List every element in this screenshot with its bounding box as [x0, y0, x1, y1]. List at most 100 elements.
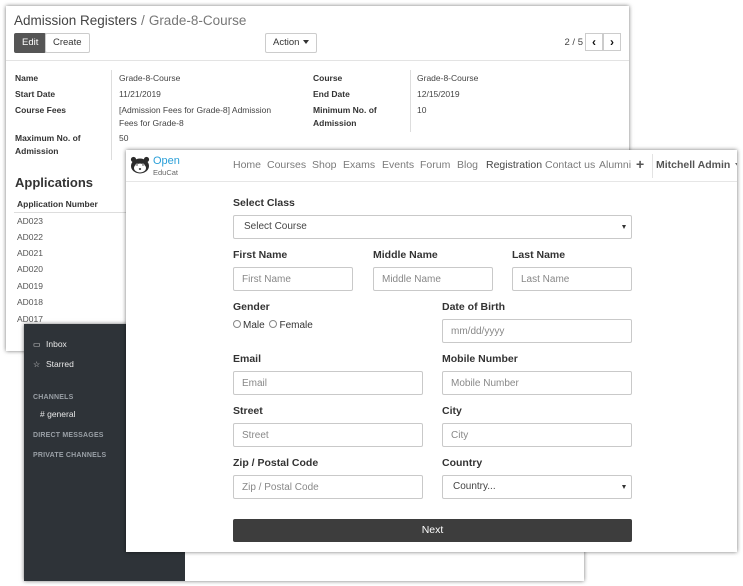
applications-column-header[interactable]: Application Number	[17, 199, 98, 209]
divider	[410, 70, 411, 132]
caret-down-icon	[303, 40, 310, 45]
pager-next-button[interactable]: ›	[603, 33, 621, 51]
inbox-icon: ▭	[33, 340, 41, 349]
channel-general[interactable]: # general	[40, 409, 75, 419]
field-label-end-date: End Date	[313, 89, 350, 99]
chevron-right-icon: ›	[610, 35, 614, 49]
action-dropdown[interactable]: Action	[265, 33, 318, 53]
next-button[interactable]: Next	[233, 519, 632, 542]
nav-shop[interactable]: Shop	[312, 159, 337, 171]
nav-contact-us[interactable]: Contact us	[545, 159, 595, 171]
zip-input[interactable]	[233, 475, 423, 499]
table-row[interactable]: AD021	[17, 248, 43, 258]
table-row[interactable]: AD022	[17, 232, 43, 242]
create-button[interactable]: Create	[45, 33, 90, 53]
breadcrumb-separator: /	[141, 13, 145, 28]
divider	[652, 154, 653, 178]
field-label-course: Course	[313, 73, 343, 83]
field-label-name: Name	[15, 73, 39, 83]
brand-subname: EduCat	[153, 168, 179, 177]
field-label-min-admission: Minimum No. of Admission	[313, 105, 377, 128]
raccoon-logo-icon	[130, 156, 150, 174]
gender-female-label[interactable]: Female	[279, 320, 312, 331]
last-name-input[interactable]	[512, 267, 632, 291]
gender-label: Gender	[233, 301, 270, 313]
caret-down-icon	[735, 163, 737, 168]
breadcrumb-current: Grade-8-Course	[148, 13, 247, 28]
applications-title: Applications	[15, 175, 94, 190]
breadcrumb-parent[interactable]: Admission Registers	[14, 13, 137, 28]
plus-icon[interactable]: +	[636, 156, 644, 172]
registration-window: Open EduCat Home Courses Shop Exams Even…	[126, 150, 737, 552]
caret-down-icon	[622, 485, 626, 489]
street-label: Street	[233, 405, 263, 417]
channels-caption[interactable]: CHANNELS	[33, 394, 74, 401]
gender-male-radio[interactable]	[233, 320, 241, 329]
star-icon: ☆	[33, 360, 41, 369]
select-class-label: Select Class	[233, 197, 295, 209]
nav-events[interactable]: Events	[382, 159, 414, 171]
pager-prev-button[interactable]: ‹	[585, 33, 603, 51]
nav-blog[interactable]: Blog	[457, 159, 478, 171]
gender-radio-group: Male Female	[233, 320, 313, 331]
divider	[111, 70, 112, 160]
field-value-course[interactable]: Grade-8-Course	[417, 72, 478, 85]
nav-home[interactable]: Home	[233, 159, 261, 171]
user-menu[interactable]: Mitchell Admin	[656, 159, 737, 171]
nav-exams[interactable]: Exams	[343, 159, 375, 171]
country-label: Country	[442, 457, 483, 469]
nav-registration[interactable]: Registration	[486, 159, 542, 171]
direct-messages-caption[interactable]: DIRECT MESSAGES	[33, 432, 104, 439]
field-value-min-admission: 10	[417, 105, 427, 115]
nav-courses[interactable]: Courses	[267, 159, 306, 171]
mobile-input[interactable]	[442, 371, 632, 395]
gender-male-label[interactable]: Male	[243, 320, 265, 331]
field-label-max-admission: Maximum No. of Admission	[15, 133, 81, 156]
caret-down-icon	[622, 225, 626, 229]
middle-name-input[interactable]	[373, 267, 493, 291]
dob-input[interactable]	[442, 319, 632, 343]
sidebar-item-inbox[interactable]: ▭ Inbox	[33, 339, 67, 349]
city-input[interactable]	[442, 423, 632, 447]
edit-button[interactable]: Edit	[14, 33, 47, 53]
field-value-course-fees[interactable]: [Admission Fees for Grade-8] Admission F…	[119, 104, 289, 129]
email-label: Email	[233, 353, 262, 365]
table-row[interactable]: AD017	[17, 314, 43, 324]
private-channels-caption[interactable]: PRIVATE CHANNELS	[33, 452, 106, 459]
website-navbar: Open EduCat Home Courses Shop Exams Even…	[126, 150, 737, 182]
chevron-left-icon: ‹	[592, 35, 596, 49]
field-value-end-date: 12/15/2019	[417, 89, 460, 99]
field-label-start-date: Start Date	[15, 89, 56, 99]
nav-alumni[interactable]: Alumni	[599, 159, 631, 171]
table-row[interactable]: AD018	[17, 297, 43, 307]
user-name: Mitchell Admin	[656, 159, 731, 171]
brand-name[interactable]: Open	[153, 155, 180, 167]
zip-label: Zip / Postal Code	[233, 457, 319, 469]
city-label: City	[442, 405, 462, 417]
table-row[interactable]: AD019	[17, 281, 43, 291]
divider	[6, 60, 629, 61]
select-class-dropdown[interactable]: Select Course	[233, 215, 632, 239]
pager-counter: 2 / 5	[564, 37, 584, 48]
dob-label: Date of Birth	[442, 301, 505, 313]
field-value-start-date: 11/21/2019	[119, 89, 161, 99]
field-value-max-admission: 50	[119, 133, 129, 143]
action-label: Action	[273, 37, 300, 48]
gender-female-radio[interactable]	[269, 320, 278, 329]
middle-name-label: Middle Name	[373, 249, 438, 261]
select-class-value: Select Course	[244, 221, 307, 232]
nav-forum[interactable]: Forum	[420, 159, 450, 171]
table-row[interactable]: AD023	[17, 216, 43, 226]
country-value: Country...	[453, 481, 496, 492]
last-name-label: Last Name	[512, 249, 566, 261]
email-input[interactable]	[233, 371, 423, 395]
first-name-label: First Name	[233, 249, 288, 261]
sidebar-item-label: Starred	[46, 359, 74, 369]
mobile-label: Mobile Number	[442, 353, 518, 365]
country-dropdown[interactable]: Country...	[442, 475, 632, 499]
first-name-input[interactable]	[233, 267, 353, 291]
table-row[interactable]: AD020	[17, 264, 43, 274]
street-input[interactable]	[233, 423, 423, 447]
sidebar-item-starred[interactable]: ☆ Starred	[33, 359, 74, 369]
breadcrumb: Admission Registers / Grade-8-Course	[14, 13, 246, 28]
